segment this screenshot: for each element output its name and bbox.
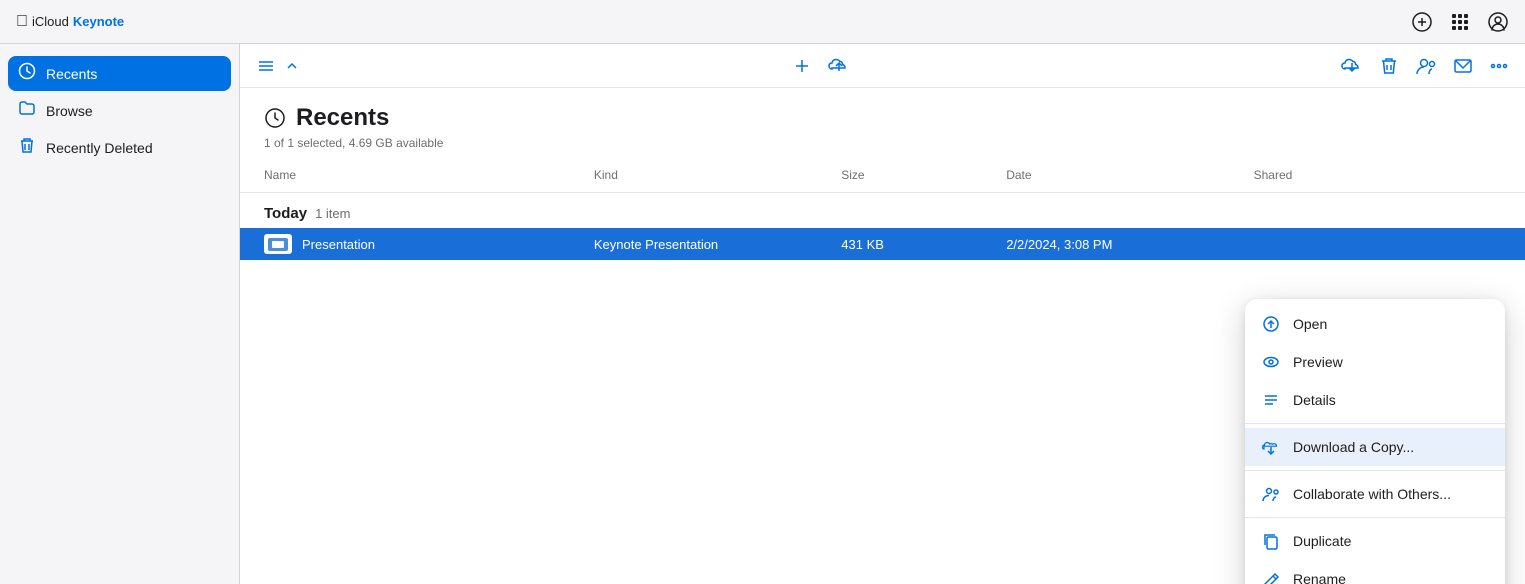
content-area: Recents 1 of 1 selected, 4.69 GB availab…: [240, 44, 1525, 584]
clock-icon: [18, 62, 36, 85]
topbar-left:  iCloud Keynote: [16, 13, 124, 31]
context-preview[interactable]: Preview: [1245, 343, 1505, 381]
file-icon: [264, 234, 292, 254]
duplicate-icon: [1261, 531, 1281, 551]
download-copy-icon: [1261, 437, 1281, 457]
rename-icon: [1261, 569, 1281, 584]
table-row[interactable]: Presentation Keynote Presentation 431 KB…: [240, 228, 1525, 260]
col-name: Name: [264, 164, 594, 186]
context-divider-1: [1245, 423, 1505, 424]
email-toolbar-button[interactable]: [1453, 56, 1473, 76]
sidebar-deleted-label: Recently Deleted: [46, 140, 153, 156]
context-preview-label: Preview: [1293, 354, 1343, 370]
context-details-label: Details: [1293, 392, 1336, 408]
topbar-right: [1411, 11, 1509, 33]
sidebar-browse-label: Browse: [46, 103, 93, 119]
sidebar-item-browse[interactable]: Browse: [8, 93, 231, 128]
context-menu: Open Preview: [1245, 299, 1505, 584]
page-subtitle: 1 of 1 selected, 4.69 GB available: [264, 136, 1501, 150]
toolbar-right: [1341, 55, 1509, 77]
main-layout: Recents Browse Recently Deleted: [0, 44, 1525, 584]
add-icon[interactable]: [1411, 11, 1433, 33]
section-today: Today 1 item: [240, 193, 1525, 228]
context-details[interactable]: Details: [1245, 381, 1505, 419]
file-date: 2/2/2024, 3:08 PM: [1006, 237, 1253, 252]
open-icon: [1261, 314, 1281, 334]
sidebar-item-recents[interactable]: Recents: [8, 56, 231, 91]
collaborate-toolbar-button[interactable]: [1415, 55, 1437, 77]
content-toolbar: [240, 44, 1525, 88]
keynote-label: Keynote: [73, 14, 124, 29]
context-divider-2: [1245, 470, 1505, 471]
table-header: Name Kind Size Date Shared: [240, 158, 1525, 193]
context-duplicate[interactable]: Duplicate: [1245, 522, 1505, 560]
page-header: Recents 1 of 1 selected, 4.69 GB availab…: [240, 88, 1525, 158]
toolbar-center: [792, 55, 850, 77]
context-divider-3: [1245, 517, 1505, 518]
recents-title-icon: [264, 107, 286, 129]
context-download-label: Download a Copy...: [1293, 439, 1414, 455]
icloud-label: iCloud: [32, 14, 69, 29]
more-toolbar-button[interactable]: [1489, 56, 1509, 76]
context-download[interactable]: Download a Copy...: [1245, 428, 1505, 466]
file-icon-bar: [272, 241, 284, 248]
context-rename-label: Rename: [1293, 571, 1346, 584]
file-name-cell: Presentation: [264, 234, 594, 254]
section-today-count: 1 item: [315, 206, 350, 221]
file-icon-inner: [268, 238, 288, 251]
app-logo:  iCloud Keynote: [16, 13, 124, 31]
file-kind: Keynote Presentation: [594, 237, 841, 252]
col-kind: Kind: [594, 164, 841, 186]
details-icon: [1261, 390, 1281, 410]
apple-icon: : [16, 13, 28, 31]
sort-button[interactable]: [284, 58, 300, 74]
file-size: 431 KB: [841, 237, 1006, 252]
context-duplicate-label: Duplicate: [1293, 533, 1351, 549]
view-toggle-button[interactable]: [256, 56, 276, 76]
sidebar-item-recently-deleted[interactable]: Recently Deleted: [8, 130, 231, 165]
context-collaborate-label: Collaborate with Others...: [1293, 486, 1451, 502]
col-shared: Shared: [1254, 164, 1501, 186]
sidebar-recents-label: Recents: [46, 66, 97, 82]
col-size: Size: [841, 164, 1006, 186]
download-toolbar-button[interactable]: [1341, 55, 1363, 77]
trash-icon: [18, 136, 36, 159]
sidebar: Recents Browse Recently Deleted: [0, 44, 240, 584]
upload-button[interactable]: [828, 55, 850, 77]
preview-icon: [1261, 352, 1281, 372]
topbar:  iCloud Keynote: [0, 0, 1525, 44]
section-today-label: Today: [264, 205, 307, 222]
delete-toolbar-button[interactable]: [1379, 56, 1399, 76]
context-rename[interactable]: Rename: [1245, 560, 1505, 584]
file-name-text: Presentation: [302, 237, 375, 252]
context-collaborate[interactable]: Collaborate with Others...: [1245, 475, 1505, 513]
page-title-text: Recents: [296, 104, 389, 132]
toolbar-left: [256, 56, 300, 76]
folder-icon: [18, 99, 36, 122]
page-title: Recents: [264, 104, 1501, 132]
col-date: Date: [1006, 164, 1253, 186]
context-open-label: Open: [1293, 316, 1327, 332]
account-icon[interactable]: [1487, 11, 1509, 33]
context-open[interactable]: Open: [1245, 305, 1505, 343]
grid-icon[interactable]: [1449, 11, 1471, 33]
new-file-button[interactable]: [792, 56, 812, 76]
collaborate-icon: [1261, 484, 1281, 504]
